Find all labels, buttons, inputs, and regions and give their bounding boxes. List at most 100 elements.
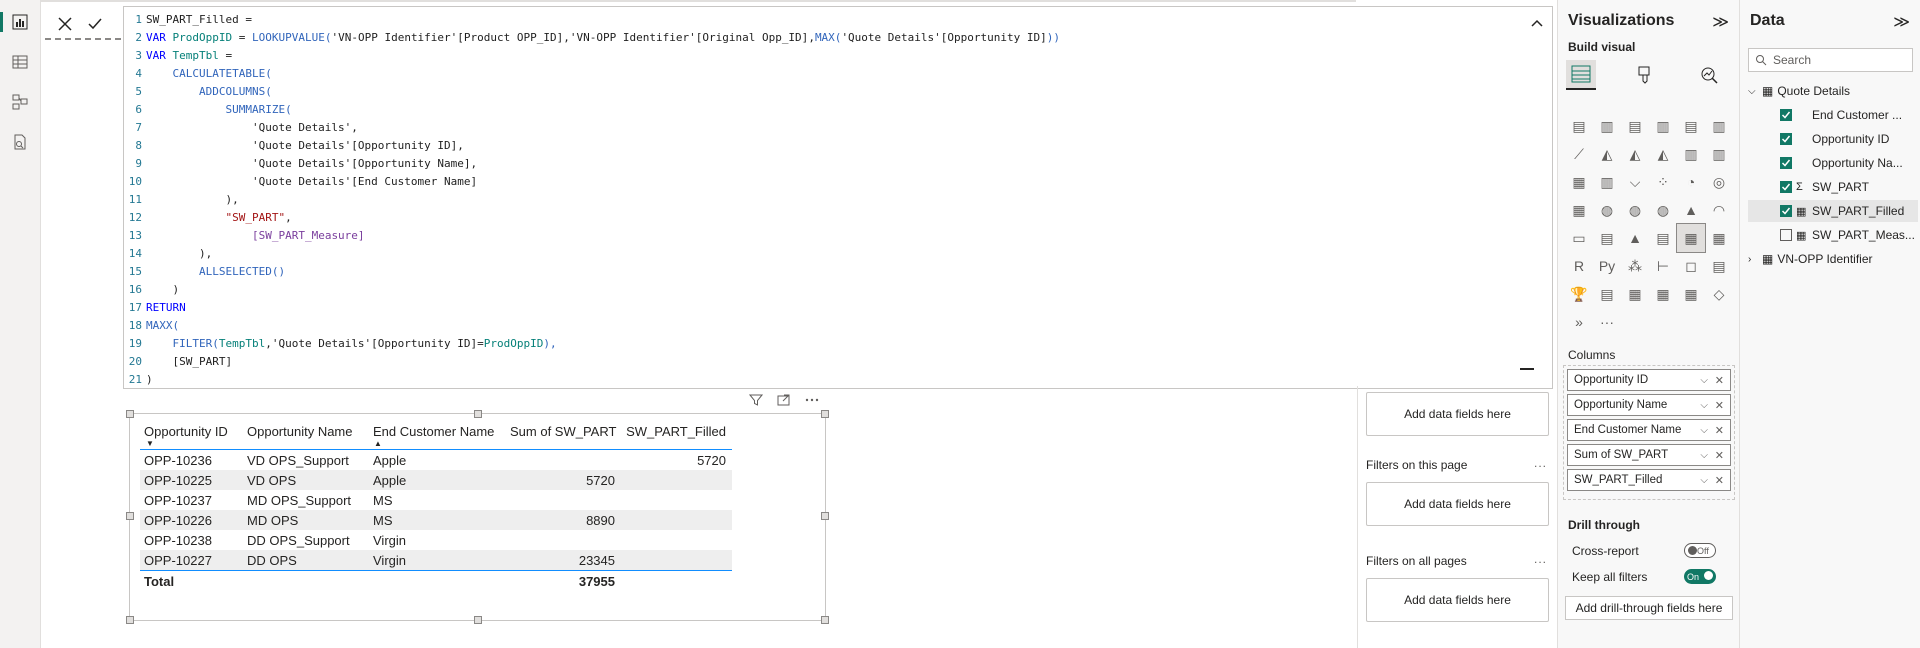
field-checkbox[interactable] [1780,229,1792,241]
map-visual-icon[interactable]: ◍ [1593,196,1621,224]
field-node[interactable]: Opportunity ID [1748,128,1918,150]
data-search-input[interactable] [1773,53,1903,67]
more-options-icon[interactable]: ... [1534,456,1547,470]
decomposition-tree-visual-icon[interactable]: ⊢ [1649,252,1677,280]
power-automate-visual-icon[interactable]: ▦ [1649,280,1677,308]
line-column-visual-icon[interactable]: ▥ [1677,140,1705,168]
shape-map-visual-icon[interactable]: ◍ [1649,196,1677,224]
resize-handle[interactable] [821,616,829,624]
r-visual-visual-icon[interactable]: R [1565,252,1593,280]
focus-mode-button[interactable] [775,391,793,409]
resize-handle[interactable] [821,410,829,418]
code-line[interactable]: 6 SUMMARIZE( [124,101,1522,119]
cancel-formula-button[interactable] [53,12,77,36]
table-visual-icon[interactable]: ▦ [1676,223,1706,253]
code-line[interactable]: 10 'Quote Details'[End Customer Name] [124,173,1522,191]
clustered-bar-visual-icon[interactable]: ▤ [1621,112,1649,140]
resize-handle[interactable] [474,616,482,624]
code-line[interactable]: 13 [SW_PART_Measure] [124,227,1522,245]
code-line[interactable]: 17 RETURN [124,299,1522,317]
waterfall-visual-icon[interactable]: ▥ [1593,168,1621,196]
table-row[interactable]: OPP-10237 MD OPS_Support MS [140,490,732,510]
chevron-down-icon[interactable]: ⌵ [1748,86,1762,97]
diamond-visual-icon[interactable]: ◇ [1705,280,1733,308]
code-line[interactable]: 16 ) [124,281,1522,299]
gauge-visual-icon[interactable]: ◠ [1705,196,1733,224]
treemap-visual-icon[interactable]: ▦ [1565,196,1593,224]
code-line[interactable]: 2 VAR ProdOppID = LOOKUPVALUE('VN-OPP Ide… [124,29,1522,47]
resize-handle[interactable] [126,616,134,624]
code-line[interactable]: 20 [SW_PART] [124,353,1522,371]
remove-field-icon[interactable]: ✕ [1715,374,1724,387]
chevron-down-icon[interactable]: ⌵ [1700,425,1708,436]
filters-on-page-drop-zone[interactable]: Add data fields here [1366,482,1549,526]
filters-on-all-pages-drop-zone[interactable]: Add data fields here [1366,578,1549,622]
column-header[interactable]: Sum of SW_PART [506,424,621,439]
area-visual-icon[interactable]: ◭ [1593,140,1621,168]
data-search-box[interactable] [1748,48,1913,72]
table-row[interactable]: OPP-10226 MD OPS MS 8890 [140,510,732,530]
column-field-pill[interactable]: Sum of SW_PART ⌵ ✕ [1567,444,1731,466]
pie-visual-icon[interactable]: ◔ [1677,168,1705,196]
azure-map-visual-icon[interactable]: ▲ [1677,196,1705,224]
table-visual[interactable]: Opportunity ID Opportunity Name End Cust… [126,410,829,624]
narrative-visual-icon[interactable]: ▤ [1705,252,1733,280]
field-checkbox[interactable] [1780,157,1792,169]
filled-map-visual-icon[interactable]: ◍ [1621,196,1649,224]
code-line[interactable]: 14 ), [124,245,1522,263]
card-visual-icon[interactable]: ▭ [1565,224,1593,252]
scatter-visual-icon[interactable]: ⁘ [1649,168,1677,196]
resize-handle[interactable] [126,512,134,520]
chevron-down-icon[interactable]: ⌵ [1700,375,1708,386]
chevron-down-icon[interactable]: ⌵ [1700,400,1708,411]
code-line[interactable]: 8 'Quote Details'[Opportunity ID], [124,137,1522,155]
code-line[interactable]: 4 CALCULATETABLE( [124,65,1522,83]
table-view-button[interactable] [8,50,32,74]
qa-visual-icon[interactable]: ◻ [1677,252,1705,280]
field-checkbox[interactable] [1780,133,1792,145]
code-line[interactable]: 12 "SW_PART", [124,209,1522,227]
column-field-pill[interactable]: End Customer Name ⌵ ✕ [1567,419,1731,441]
drill-through-drop-zone[interactable]: Add drill-through fields here [1565,596,1733,620]
columns-field-well[interactable]: Opportunity ID ⌵ ✕ Opportunity Name ⌵ ✕ End Cu… [1563,365,1735,500]
remove-field-icon[interactable]: ✕ [1715,424,1724,437]
field-checkbox[interactable] [1780,205,1792,217]
dax-formula-editor[interactable]: 1 SW_PART_Filled = 2 VAR ProdOppID = LOOKUP… [123,6,1553,389]
code-line[interactable]: 5 ADDCOLUMNS( [124,83,1522,101]
100-bar-visual-icon[interactable]: ▤ [1677,112,1705,140]
code-line[interactable]: 19 FILTER(TempTbl,'Quote Details'[Opport… [124,335,1522,353]
chevron-down-icon[interactable]: ⌵ [1700,475,1708,486]
filters-on-visual-drop-zone[interactable]: Add data fields here [1366,392,1549,436]
power-apps-visual-icon[interactable]: ▦ [1621,280,1649,308]
column-header[interactable]: Opportunity Name [243,424,369,439]
azure-map-2-visual-icon[interactable]: ▦ [1677,280,1705,308]
slicer-visual-icon[interactable]: ▤ [1649,224,1677,252]
field-checkbox[interactable] [1780,181,1792,193]
chevron-right-icon[interactable]: › [1748,254,1762,265]
remove-field-icon[interactable]: ✕ [1715,474,1724,487]
line-clustered-visual-icon[interactable]: ▥ [1705,140,1733,168]
column-field-pill[interactable]: Opportunity Name ⌵ ✕ [1567,394,1731,416]
code-line[interactable]: 21) [124,371,1522,389]
code-line[interactable]: 18 MAXX( [124,317,1522,335]
table-row[interactable]: OPP-10236 VD OPS_Support Apple 5720 [140,450,732,470]
code-line[interactable]: 1 SW_PART_Filled = [124,11,1522,29]
paginated-visual-icon[interactable]: ▤ [1593,280,1621,308]
goals-visual-icon[interactable]: 🏆 [1565,280,1593,308]
code-line[interactable]: 11 ), [124,191,1522,209]
remove-field-icon[interactable]: ✕ [1715,449,1724,462]
stacked-area-visual-icon[interactable]: ◭ [1621,140,1649,168]
field-checkbox[interactable] [1780,109,1792,121]
report-view-button[interactable] [0,10,32,34]
table-row[interactable]: OPP-10225 VD OPS Apple 5720 [140,470,732,490]
table-row[interactable]: OPP-10227 DD OPS Virgin 23345 [140,550,732,570]
table-row[interactable]: OPP-10238 DD OPS_Support Virgin [140,530,732,550]
python-visual-visual-icon[interactable]: Py [1593,252,1621,280]
keep-all-filters-toggle[interactable]: On [1684,569,1716,584]
resize-handle[interactable] [126,410,134,418]
remove-field-icon[interactable]: ✕ [1715,399,1724,412]
code-line[interactable]: 15 ALLSELECTED() [124,263,1522,281]
clustered-column-visual-icon[interactable]: ▥ [1649,112,1677,140]
column-header[interactable]: End Customer Name [369,424,506,439]
resize-handle[interactable] [821,512,829,520]
